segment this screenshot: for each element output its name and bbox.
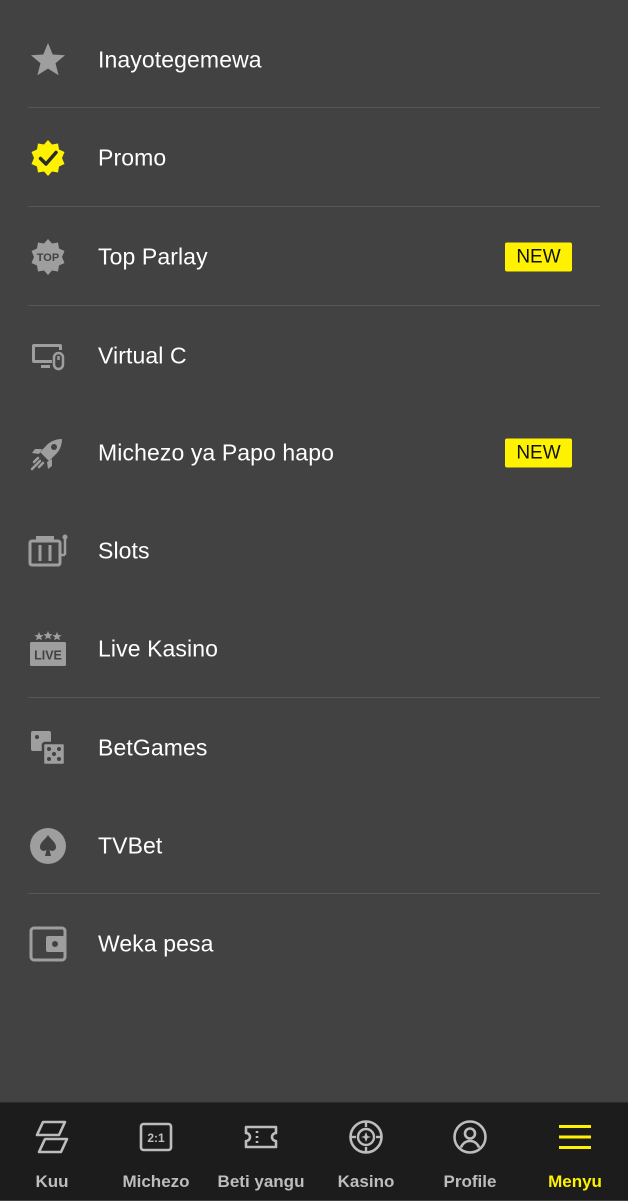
live-icon: LIVE bbox=[28, 629, 68, 669]
menu-item-label: Inayotegemewa bbox=[98, 46, 262, 73]
rocket-icon bbox=[28, 433, 68, 473]
slot-machine-icon bbox=[28, 531, 68, 571]
menu-item-label: Live Kasino bbox=[98, 635, 219, 662]
menu-item-live-kasino[interactable]: LIVE Live Kasino bbox=[0, 600, 628, 698]
odds-icon-text: 2:1 bbox=[147, 1131, 165, 1145]
side-menu: Inayotegemewa Promo TOP Top Parlay NEW V… bbox=[0, 0, 628, 1102]
menu-item-tvbet[interactable]: TVBet bbox=[0, 797, 628, 895]
menu-item-label: BetGames bbox=[98, 734, 208, 761]
menu-item-slots[interactable]: Slots bbox=[0, 502, 628, 600]
live-icon-text: LIVE bbox=[34, 649, 62, 663]
menu-item-label: Michezo ya Papo hapo bbox=[98, 439, 334, 466]
top-icon-text: TOP bbox=[37, 252, 59, 264]
bottom-navigation: Kuu 2:1 Michezo Beti yangu Kasino Profil… bbox=[0, 1102, 628, 1200]
verified-badge-icon bbox=[28, 138, 68, 178]
new-badge: NEW bbox=[505, 438, 572, 468]
odds-icon: 2:1 bbox=[138, 1119, 174, 1155]
menu-item-virtual-c[interactable]: Virtual C bbox=[0, 307, 628, 405]
menu-item-label: Top Parlay bbox=[98, 243, 208, 270]
wallet-icon bbox=[28, 924, 68, 964]
tab-label: Michezo bbox=[122, 1172, 190, 1191]
tab-label: Kasino bbox=[337, 1172, 395, 1191]
tab-label: Beti yangu bbox=[217, 1172, 305, 1191]
home-icon bbox=[34, 1119, 70, 1155]
menu-item-label: Slots bbox=[98, 537, 150, 564]
menu-item-label: Promo bbox=[98, 144, 167, 171]
tab-menyu[interactable]: Menyu bbox=[523, 1103, 627, 1201]
tab-label: Menyu bbox=[548, 1172, 602, 1191]
new-badge: NEW bbox=[505, 242, 572, 272]
menu-item-label: Virtual C bbox=[98, 342, 187, 369]
tab-kasino[interactable]: Kasino bbox=[314, 1103, 418, 1201]
tab-profile[interactable]: Profile bbox=[418, 1103, 522, 1201]
casino-chip-icon bbox=[348, 1119, 384, 1155]
dice-icon bbox=[28, 728, 68, 768]
hamburger-icon bbox=[557, 1119, 593, 1155]
divider bbox=[28, 697, 600, 698]
divider bbox=[28, 305, 600, 306]
ticket-icon bbox=[243, 1119, 279, 1155]
menu-item-label: Weka pesa bbox=[98, 930, 214, 957]
tab-label: Kuu bbox=[35, 1172, 69, 1191]
menu-item-weka-pesa[interactable]: Weka pesa bbox=[0, 895, 628, 993]
menu-item-betgames[interactable]: BetGames bbox=[0, 699, 628, 797]
top-badge-icon: TOP bbox=[28, 237, 68, 277]
profile-icon bbox=[452, 1119, 488, 1155]
star-icon bbox=[28, 40, 68, 80]
tab-kuu[interactable]: Kuu bbox=[0, 1103, 104, 1201]
tab-beti-yangu[interactable]: Beti yangu bbox=[209, 1103, 313, 1201]
menu-item-michezo-ya-papo-hapo[interactable]: Michezo ya Papo hapo NEW bbox=[0, 404, 628, 502]
menu-item-top-parlay[interactable]: TOP Top Parlay NEW bbox=[0, 208, 628, 306]
divider bbox=[28, 206, 600, 207]
divider bbox=[28, 107, 600, 108]
tab-michezo[interactable]: 2:1 Michezo bbox=[104, 1103, 208, 1201]
menu-item-promo[interactable]: Promo bbox=[0, 109, 628, 207]
monitor-icon bbox=[28, 336, 68, 376]
divider bbox=[28, 893, 600, 894]
tab-label: Profile bbox=[443, 1172, 497, 1191]
spade-icon bbox=[28, 826, 68, 866]
menu-item-label: TVBet bbox=[98, 832, 163, 859]
menu-item-inayotegemewa[interactable]: Inayotegemewa bbox=[0, 11, 628, 109]
